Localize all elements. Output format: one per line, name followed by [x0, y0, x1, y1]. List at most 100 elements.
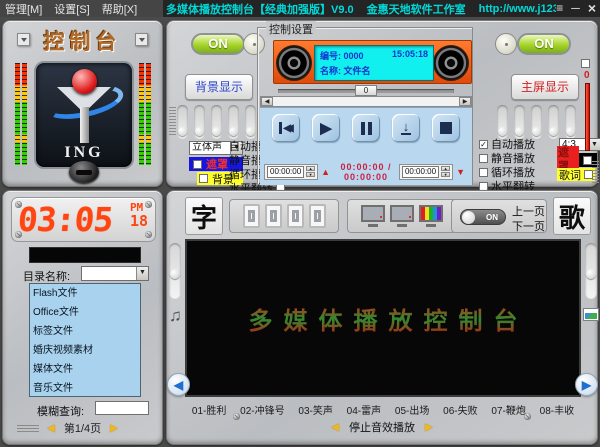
progress-thumb[interactable]: 0	[355, 85, 377, 96]
slider[interactable]	[497, 105, 508, 139]
directory-dropdown[interactable]: ▼	[81, 266, 149, 281]
cassette-deck: 编号: 0000 15:05:18 名称: 文件名	[273, 40, 472, 84]
left-rail-slider[interactable]	[169, 243, 181, 299]
effect-prev-icon[interactable]: ◀	[331, 422, 339, 433]
right-rail-slider[interactable]	[585, 243, 597, 299]
led-meter	[15, 63, 20, 165]
music-note-icon[interactable]: ♫	[169, 306, 182, 326]
screen-prev-button[interactable]: ◀	[167, 373, 190, 396]
directory-label: 目录名称:	[23, 268, 70, 284]
sound-effect-item[interactable]: 08-丰收	[540, 402, 574, 417]
left-power-toggle[interactable]: ON	[191, 33, 245, 55]
counter-digit	[265, 204, 282, 228]
led-meter	[146, 63, 151, 165]
close-icon[interactable]: ×	[588, 0, 596, 17]
list-item[interactable]: 媒体文件	[30, 360, 140, 379]
screen-text: 多媒体播放控制台	[238, 301, 529, 336]
slider[interactable]	[177, 105, 188, 139]
start-marker-icon: ▲	[321, 167, 330, 177]
sound-effect-item[interactable]: 02-冲锋号	[240, 402, 284, 417]
page-prev-icon[interactable]: ◀	[47, 423, 55, 434]
spin-down-icon[interactable]: ▼	[306, 172, 315, 177]
sound-effect-item[interactable]: 01-胜利	[192, 402, 226, 417]
sound-effect-item[interactable]: 03-笑声	[298, 402, 332, 417]
volume-checkbox[interactable]	[581, 59, 590, 68]
logo: ING	[34, 61, 134, 169]
sound-effect-item[interactable]: 04-雷声	[347, 402, 381, 417]
left-slider-bank	[177, 105, 256, 139]
page-next-icon[interactable]: ▶	[110, 423, 118, 434]
slider[interactable]	[514, 105, 525, 139]
slider[interactable]	[565, 105, 576, 139]
main-display-button[interactable]: 主屏显示	[511, 74, 579, 100]
load-button[interactable]: ↓	[392, 114, 420, 142]
background-display-button[interactable]: 背景显示	[185, 74, 253, 100]
slider[interactable]	[194, 105, 205, 139]
menu-icon[interactable]: ≡	[556, 0, 563, 17]
next-page-label[interactable]: 下一页	[512, 218, 545, 234]
seek-scrollbar[interactable]: ◀ ▶	[260, 96, 472, 107]
slider[interactable]	[531, 105, 542, 139]
picture-icon[interactable]	[583, 308, 599, 321]
pause-icon	[361, 122, 372, 135]
prev-page-label[interactable]: 上一页	[512, 203, 545, 219]
spin-up-icon[interactable]: ▲	[306, 166, 315, 171]
slider[interactable]	[245, 105, 256, 139]
list-item[interactable]: Flash文件	[30, 284, 140, 303]
play-button[interactable]: ▶	[312, 114, 340, 142]
stop-effect-row: ◀ 停止音效播放 ▶	[167, 419, 597, 435]
menu-item[interactable]: 管理[M]	[5, 1, 42, 17]
start-time-spinner[interactable]: 00:00:00 ▲▼	[264, 164, 318, 180]
list-item[interactable]: 音乐文件	[30, 379, 140, 397]
sound-effect-item[interactable]: 07-鞭炮	[491, 402, 525, 417]
playback-panel: ◀◀ ▶ ↓ 00:00:00 ▲▼ ▲ 00:00:00 / 00:00:00…	[260, 107, 472, 185]
control-settings-group: 控制设置 编号: 0000 15:05:18 名称: 文件名 0 ◀	[257, 27, 473, 185]
end-time-spinner[interactable]: 00:00:00 ▲▼	[399, 164, 453, 180]
lcd-display: 编号: 0000 15:05:18 名称: 文件名	[314, 45, 434, 81]
effect-next-icon[interactable]: ▶	[425, 422, 433, 433]
list-item[interactable]: 婚庆视频素材	[30, 341, 140, 360]
display-power-toggle[interactable]: ON	[460, 209, 506, 225]
background-checkbox[interactable]	[199, 174, 208, 183]
scroll-right-icon[interactable]: ▶	[459, 97, 471, 106]
sound-effect-item[interactable]: 06-失败	[443, 402, 477, 417]
scroll-left-icon[interactable]: ◀	[261, 97, 273, 106]
sound-effect-item[interactable]: 05-出场	[395, 402, 429, 417]
studio-name: 金惠天地软件工作室	[367, 1, 466, 17]
led-meter	[139, 63, 144, 165]
volume-level-bar[interactable]	[585, 83, 590, 151]
slider[interactable]	[228, 105, 239, 139]
screen-next-button[interactable]: ▶	[575, 373, 598, 396]
console-knob[interactable]	[69, 161, 99, 183]
spin-up-icon[interactable]: ▲	[441, 166, 450, 171]
screw	[145, 231, 152, 238]
minimize-icon[interactable]: ─	[571, 0, 580, 17]
volume-value: 0	[584, 70, 590, 81]
spin-down-icon[interactable]: ▼	[441, 172, 450, 177]
right-power-toggle[interactable]: ON	[517, 33, 571, 55]
console-title: 控制台	[3, 26, 162, 56]
monitor-2-icon[interactable]	[390, 205, 414, 227]
option-checkbox[interactable]	[479, 168, 488, 177]
app-title: 多媒体播放控制台【经典加强版】V9.0	[166, 1, 354, 17]
menu-item[interactable]: 设置[S]	[54, 1, 89, 17]
slider[interactable]	[211, 105, 222, 139]
search-input[interactable]	[95, 401, 149, 415]
stop-button[interactable]	[432, 114, 460, 142]
website-url: http://www.j123.net.cn	[479, 3, 556, 15]
menu-item[interactable]: 帮助[X]	[102, 1, 137, 17]
right-power-knob[interactable]	[495, 33, 517, 55]
window-title: 多媒体播放控制台【经典加强版】V9.0 金惠天地软件工作室 http://www…	[166, 0, 556, 17]
slider[interactable]	[548, 105, 559, 139]
option-checkbox[interactable]	[479, 154, 488, 163]
list-item[interactable]: Office文件	[30, 303, 140, 322]
option-checkbox[interactable]: ✓	[479, 140, 488, 149]
monitor-1-icon[interactable]	[361, 205, 385, 227]
list-item[interactable]: 标签文件	[30, 322, 140, 341]
vent-decoration	[169, 107, 176, 137]
speaker-left	[276, 45, 312, 81]
pause-button[interactable]	[352, 114, 380, 142]
previous-button[interactable]: ◀◀	[272, 114, 300, 142]
monitor-color-icon[interactable]	[419, 205, 443, 227]
mask-checkbox[interactable]	[193, 160, 202, 169]
